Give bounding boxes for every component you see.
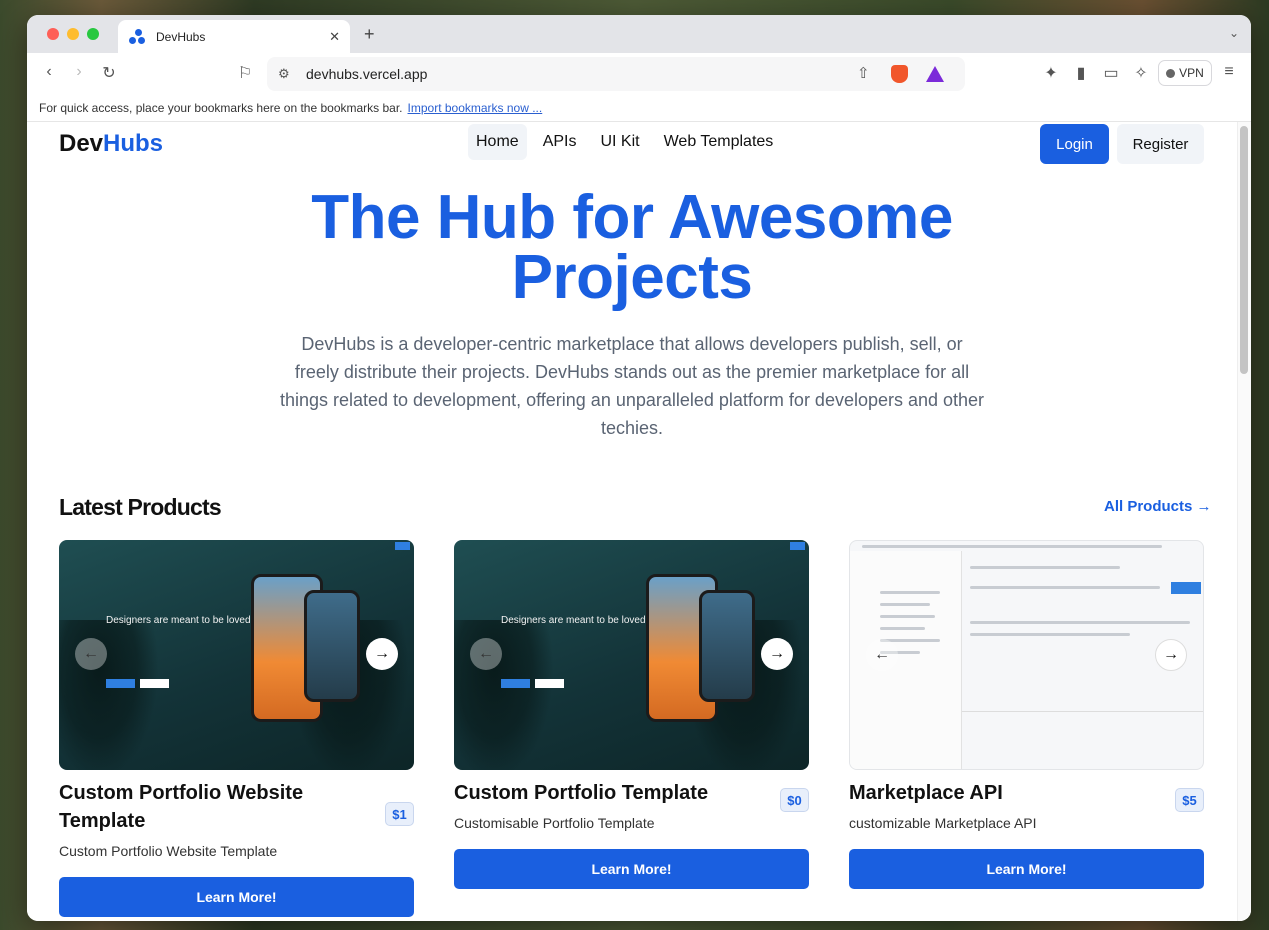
site-logo[interactable]: DevHubs: [59, 130, 163, 158]
register-button[interactable]: Register: [1117, 124, 1204, 164]
logo-hubs: Hubs: [103, 130, 164, 157]
nav-apis[interactable]: APIs: [535, 124, 585, 160]
nav-web-templates[interactable]: Web Templates: [656, 124, 782, 160]
mock-button: [106, 679, 135, 688]
vpn-status-icon: [1166, 68, 1176, 78]
carousel-prev-icon[interactable]: ←: [75, 638, 107, 670]
mock-button: [140, 679, 169, 688]
mock-line: [970, 566, 1120, 569]
price-badge: $1: [385, 802, 414, 826]
bookmarks-bar: For quick access, place your bookmarks h…: [27, 95, 1251, 122]
mock-line: [970, 586, 1160, 589]
bookmarks-hint: For quick access, place your bookmarks h…: [39, 101, 403, 115]
wallet-icon[interactable]: ▭: [1101, 63, 1121, 83]
product-title[interactable]: Marketplace API: [849, 779, 1139, 807]
palm-decoration: [454, 620, 554, 770]
learn-more-button[interactable]: Learn More!: [849, 849, 1204, 889]
page-scrollbar[interactable]: [1237, 122, 1251, 921]
bookmark-icon[interactable]: ⚐: [235, 63, 255, 83]
mock-line: [880, 627, 925, 630]
price-badge: $0: [780, 788, 809, 812]
price-badge: $5: [1175, 788, 1204, 812]
mock-line: [970, 633, 1130, 636]
palm-decoration: [59, 620, 159, 770]
product-image-carousel: Designers are meant to be loved not to b…: [454, 540, 809, 770]
latest-products-title: Latest Products: [59, 494, 222, 520]
leo-ai-icon[interactable]: ✧: [1131, 63, 1151, 83]
mock-button: [535, 679, 564, 688]
tab-devhubs[interactable]: DevHubs ✕: [118, 20, 350, 53]
reload-icon[interactable]: ↻: [99, 63, 119, 83]
learn-more-button[interactable]: Learn More!: [59, 877, 414, 917]
mock-line: [862, 545, 1162, 548]
mock-nav-button: [790, 542, 805, 550]
product-title[interactable]: Custom Portfolio Website Template: [59, 779, 349, 835]
site-header: DevHubs Home APIs UI Kit Web Templates L…: [27, 122, 1237, 184]
mock-button: [501, 679, 530, 688]
product-image-carousel: ← →: [849, 540, 1204, 770]
all-products-link[interactable]: All Products →: [1104, 498, 1212, 515]
mock-line: [880, 615, 935, 618]
extensions-icon[interactable]: ✦: [1041, 63, 1061, 83]
sidebar-icon[interactable]: ▮: [1071, 63, 1091, 83]
nav-home[interactable]: Home: [468, 124, 527, 160]
share-icon[interactable]: ⇧: [857, 64, 870, 82]
chevron-down-icon[interactable]: ⌄: [1229, 26, 1239, 40]
logo-dev: Dev: [59, 130, 104, 157]
mock-send-button: [1171, 582, 1201, 594]
browser-window: DevHubs ✕ + ⌄ ‹ › ↻ ⚐ ⚙ devhubs.vercel.a…: [27, 15, 1251, 921]
tab-title: DevHubs: [156, 29, 206, 44]
mock-line: [970, 621, 1190, 624]
product-card: ← → Marketplace API $5 customizable Mark…: [849, 540, 1204, 889]
back-icon[interactable]: ‹: [39, 63, 59, 81]
mock-divider: [962, 711, 1203, 712]
scrollbar-thumb[interactable]: [1240, 126, 1248, 374]
product-title[interactable]: Custom Portfolio Template: [454, 779, 744, 807]
carousel-next-icon[interactable]: →: [366, 638, 398, 670]
close-tab-icon[interactable]: ✕: [329, 29, 340, 45]
main-nav: Home APIs UI Kit Web Templates: [468, 124, 781, 160]
page-content: DevHubs Home APIs UI Kit Web Templates L…: [27, 122, 1251, 921]
hero-title: The Hub for Awesome Projects: [311, 183, 953, 312]
nav-ui-kit[interactable]: UI Kit: [592, 124, 647, 160]
hero-description: DevHubs is a developer-centric marketpla…: [279, 334, 985, 438]
mock-nav-button: [395, 542, 410, 550]
learn-more-button[interactable]: Learn More!: [454, 849, 809, 889]
brave-rewards-icon[interactable]: [926, 66, 944, 82]
mock-line: [880, 603, 930, 606]
product-subtitle: Custom Portfolio Website Template: [59, 843, 278, 859]
url-text[interactable]: devhubs.vercel.app: [306, 66, 427, 82]
carousel-prev-icon[interactable]: ←: [866, 639, 898, 671]
product-subtitle: Customisable Portfolio Template: [454, 815, 655, 831]
product-card: Designers are meant to be loved not to b…: [454, 540, 809, 889]
vpn-label: VPN: [1179, 66, 1204, 80]
forward-icon[interactable]: ›: [69, 63, 89, 81]
minimize-window-button[interactable]: [67, 28, 79, 40]
carousel-next-icon[interactable]: →: [761, 638, 793, 670]
mock-line: [880, 591, 940, 594]
import-bookmarks-link[interactable]: Import bookmarks now ...: [408, 101, 543, 115]
phone-mockup: [699, 590, 755, 702]
login-button[interactable]: Login: [1040, 124, 1109, 164]
address-bar[interactable]: ⚙ devhubs.vercel.app ⇧: [267, 57, 965, 91]
product-card: Designers are meant to be loved not to b…: [59, 540, 414, 917]
phone-mockup: [304, 590, 360, 702]
close-window-button[interactable]: [47, 28, 59, 40]
product-subtitle: customizable Marketplace API: [849, 815, 1037, 831]
carousel-prev-icon[interactable]: ←: [470, 638, 502, 670]
browser-toolbar: ‹ › ↻ ⚐ ⚙ devhubs.vercel.app ⇧ ✦ ▮ ▭ ✧ V…: [27, 53, 1251, 95]
product-image-carousel: Designers are meant to be loved not to b…: [59, 540, 414, 770]
menu-icon[interactable]: ≡: [1219, 63, 1239, 81]
zoom-window-button[interactable]: [87, 28, 99, 40]
devhubs-favicon-icon: [128, 28, 146, 46]
new-tab-icon[interactable]: +: [364, 24, 375, 45]
carousel-next-icon[interactable]: →: [1155, 639, 1187, 671]
brave-shields-icon[interactable]: [891, 65, 908, 83]
vpn-button[interactable]: VPN: [1158, 60, 1212, 86]
tab-strip: DevHubs ✕ + ⌄: [27, 15, 1251, 53]
site-settings-icon[interactable]: ⚙: [278, 66, 290, 82]
